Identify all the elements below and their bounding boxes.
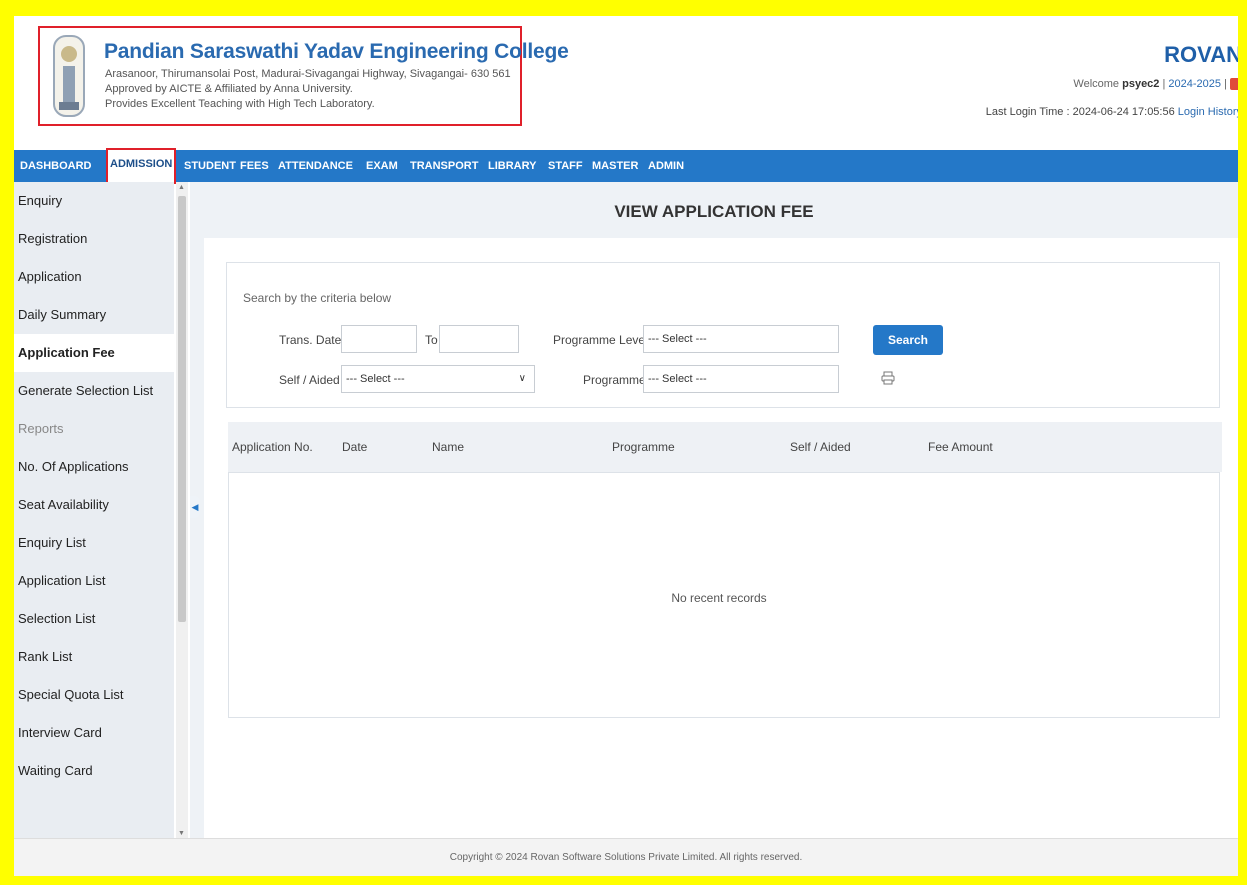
college-approval: Approved by AICTE & Affiliated by Anna U… bbox=[105, 83, 353, 95]
sidebar-scrollbar[interactable]: ▲ ▼ bbox=[176, 182, 188, 860]
sidebar-item-generate-selection-list[interactable]: Generate Selection List bbox=[14, 372, 174, 410]
programme-label: Programme bbox=[583, 373, 646, 387]
programme-level-select[interactable]: --- Select --- bbox=[643, 325, 839, 353]
collapse-sidebar-icon[interactable]: ◀ bbox=[190, 496, 200, 518]
username[interactable]: psyec2 bbox=[1122, 78, 1159, 90]
main-nav: DASHBOARD ADMISSION STUDENT FEES ATTENDA… bbox=[14, 148, 1238, 184]
trans-date-from-input[interactable] bbox=[341, 325, 417, 353]
header: Pandian Saraswathi Yadav Engineering Col… bbox=[14, 16, 1238, 146]
sidebar-item-application[interactable]: Application bbox=[14, 258, 174, 296]
self-aided-label: Self / Aided bbox=[279, 373, 340, 387]
welcome-line: Welcome psyec2 | 2024-2025 | bbox=[1073, 78, 1238, 91]
college-logo-icon bbox=[53, 35, 85, 117]
self-aided-value: --- Select --- bbox=[346, 373, 405, 385]
sidebar-section-reports: Reports bbox=[18, 421, 64, 436]
chevron-down-icon: ∨ bbox=[518, 373, 526, 384]
nav-dashboard[interactable]: DASHBOARD bbox=[20, 150, 92, 182]
programme-level-value: --- Select --- bbox=[648, 333, 707, 345]
trans-date-to-input[interactable] bbox=[439, 325, 519, 353]
sidebar-item-enquiry-list[interactable]: Enquiry List bbox=[14, 524, 174, 562]
col-programme: Programme bbox=[612, 440, 675, 454]
sidebar-item-selection-list[interactable]: Selection List bbox=[14, 600, 174, 638]
table-header: Application No. Date Name Programme Self… bbox=[228, 422, 1222, 472]
search-hint: Search by the criteria below bbox=[243, 291, 392, 305]
login-history-link[interactable]: Login History bbox=[1178, 106, 1238, 118]
footer: Copyright © 2024 Rovan Software Solution… bbox=[14, 838, 1238, 876]
sidebar-item-application-list[interactable]: Application List bbox=[14, 562, 174, 600]
last-login-line: Last Login Time : 2024-06-24 17:05:56 Lo… bbox=[986, 106, 1238, 118]
search-button[interactable]: Search bbox=[873, 325, 943, 355]
brand-logo: ROVAN bbox=[1164, 42, 1238, 67]
logout-icon[interactable] bbox=[1230, 78, 1238, 91]
col-fee-amount: Fee Amount bbox=[928, 440, 993, 454]
last-login-label: Last Login Time : bbox=[985, 106, 1070, 118]
nav-exam[interactable]: EXAM bbox=[366, 150, 398, 182]
sidebar-item-registration[interactable]: Registration bbox=[14, 220, 174, 258]
self-aided-select[interactable]: --- Select --- ∨ bbox=[341, 365, 535, 393]
page-title: VIEW APPLICATION FEE bbox=[614, 202, 814, 221]
col-application-no: Application No. bbox=[232, 440, 313, 454]
nav-attendance[interactable]: ATTENDANCE bbox=[278, 150, 353, 182]
sidebar-item-daily-summary[interactable]: Daily Summary bbox=[14, 296, 174, 334]
sidebar-item-enquiry[interactable]: Enquiry bbox=[14, 182, 174, 220]
nav-master[interactable]: MASTER bbox=[592, 150, 638, 182]
scroll-down-icon[interactable]: ▼ bbox=[178, 830, 185, 837]
col-date: Date bbox=[342, 440, 368, 454]
sidebar-item-seat-availability[interactable]: Seat Availability bbox=[14, 486, 174, 524]
programme-level-label: Programme Level bbox=[553, 333, 648, 347]
empty-message: No recent records bbox=[671, 591, 767, 605]
college-name: Pandian Saraswathi Yadav Engineering Col… bbox=[104, 40, 569, 63]
programme-value: --- Select --- bbox=[648, 373, 707, 385]
academic-year[interactable]: 2024-2025 bbox=[1168, 78, 1221, 90]
sidebar-item-special-quota-list[interactable]: Special Quota List bbox=[14, 676, 174, 714]
college-tagline: Provides Excellent Teaching with High Te… bbox=[105, 98, 375, 110]
sidebar-item-no-of-applications[interactable]: No. Of Applications bbox=[14, 448, 174, 486]
col-self-aided: Self / Aided bbox=[790, 440, 851, 454]
sidebar-item-application-fee[interactable]: Application Fee bbox=[14, 334, 174, 372]
col-name: Name bbox=[432, 440, 465, 454]
nav-student[interactable]: STUDENT bbox=[184, 150, 236, 182]
welcome-label: Welcome bbox=[1073, 78, 1120, 90]
app-window: Pandian Saraswathi Yadav Engineering Col… bbox=[14, 16, 1238, 876]
table-body: No recent records bbox=[228, 472, 1220, 718]
last-login-time: 2024-06-24 17:05:56 bbox=[1072, 106, 1175, 118]
trans-date-label: Trans. Date bbox=[279, 333, 342, 347]
sidebar-item-interview-card[interactable]: Interview Card bbox=[14, 714, 174, 752]
nav-transport[interactable]: TRANSPORT bbox=[410, 150, 478, 182]
nav-library[interactable]: LIBRARY bbox=[488, 150, 536, 182]
nav-admission[interactable]: ADMISSION bbox=[106, 148, 177, 184]
search-panel: Search by the criteria below Trans. Date… bbox=[226, 262, 1220, 408]
to-label: To bbox=[425, 333, 438, 347]
sidebar-scroll-thumb[interactable] bbox=[178, 196, 186, 622]
sidebar: Enquiry Registration Application Daily S… bbox=[14, 182, 174, 860]
nav-staff[interactable]: STAFF bbox=[548, 150, 583, 182]
college-address: Arasanoor, Thirumansolai Post, Madurai-S… bbox=[105, 68, 511, 80]
scroll-up-icon[interactable]: ▲ bbox=[178, 184, 185, 191]
nav-fees[interactable]: FEES bbox=[240, 150, 269, 182]
sidebar-item-waiting-card[interactable]: Waiting Card bbox=[14, 752, 174, 790]
programme-select[interactable]: --- Select --- bbox=[643, 365, 839, 393]
print-icon[interactable] bbox=[881, 371, 895, 385]
sidebar-item-rank-list[interactable]: Rank List bbox=[14, 638, 174, 676]
nav-admin[interactable]: ADMIN bbox=[648, 150, 684, 182]
